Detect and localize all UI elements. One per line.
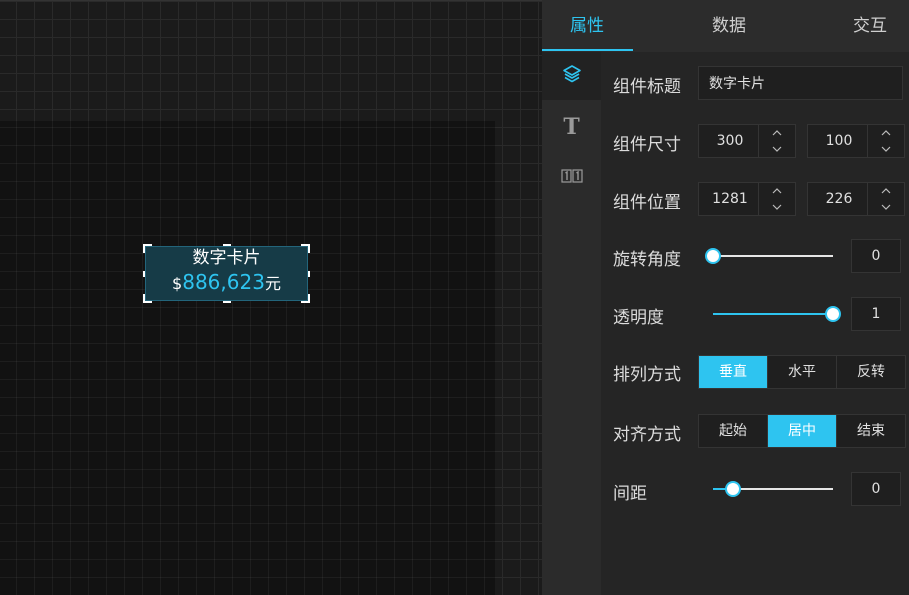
- chevron-up-icon: [772, 188, 782, 194]
- panel-tabs: 属性 数据 交互: [542, 0, 909, 52]
- active-tab-indicator: [542, 49, 633, 51]
- width-decrement-button[interactable]: [758, 141, 795, 157]
- property-category-rail: T: [542, 52, 601, 595]
- opacity-label: 透明度: [613, 308, 664, 328]
- number-card-value: 886,623: [182, 270, 265, 294]
- arrangement-label: 排列方式: [613, 365, 681, 385]
- rotation-slider[interactable]: [705, 248, 833, 264]
- canvas-top-divider: [0, 0, 542, 1]
- slider-knob[interactable]: [825, 306, 841, 322]
- chevron-down-icon: [881, 204, 891, 210]
- slider-knob[interactable]: [725, 481, 742, 497]
- alignment-label: 对齐方式: [613, 425, 681, 445]
- rail-item-text-style[interactable]: T: [542, 103, 601, 151]
- chevron-up-icon: [881, 188, 891, 194]
- alignment-option-center[interactable]: 居中: [768, 415, 837, 447]
- chevron-up-icon: [881, 130, 891, 136]
- position-x-input[interactable]: [699, 183, 761, 215]
- rotation-value-field[interactable]: 0: [851, 239, 901, 273]
- editor-canvas[interactable]: 数字卡片 $886,623元: [0, 0, 542, 595]
- opacity-slider[interactable]: [713, 306, 841, 322]
- number-card-widget[interactable]: 数字卡片 $886,623元: [143, 244, 310, 303]
- width-increment-button[interactable]: [758, 125, 795, 141]
- arrangement-segmented-control: 垂直 水平 反转: [698, 355, 906, 389]
- number-format-icon: [560, 168, 583, 187]
- position-x-decrement-button[interactable]: [758, 199, 795, 215]
- arrangement-option-horizontal[interactable]: 水平: [768, 356, 837, 388]
- number-card-prefix: $: [172, 274, 183, 293]
- rail-item-number-format[interactable]: [542, 153, 601, 201]
- height-increment-button[interactable]: [867, 125, 904, 141]
- title-input[interactable]: [698, 66, 903, 100]
- spacing-label: 间距: [613, 484, 647, 504]
- chevron-down-icon: [772, 204, 782, 210]
- text-style-icon: T: [563, 114, 580, 140]
- resize-handle-left[interactable]: [143, 271, 145, 277]
- arrangement-option-vertical[interactable]: 垂直: [699, 356, 768, 388]
- position-y-stepper[interactable]: [807, 182, 905, 216]
- artboard[interactable]: [0, 121, 495, 595]
- resize-handle-top-right[interactable]: [301, 244, 310, 253]
- resize-handle-bottom[interactable]: [223, 301, 231, 303]
- arrangement-option-reverse[interactable]: 反转: [837, 356, 905, 388]
- tab-data[interactable]: 数据: [712, 0, 746, 52]
- tab-interaction[interactable]: 交互: [853, 0, 887, 52]
- number-card-value-line: $886,623元: [146, 270, 307, 296]
- resize-handle-bottom-left[interactable]: [143, 294, 152, 303]
- number-card-suffix: 元: [264, 274, 281, 293]
- resize-handle-top[interactable]: [223, 244, 231, 246]
- alignment-option-start[interactable]: 起始: [699, 415, 768, 447]
- position-y-decrement-button[interactable]: [867, 199, 904, 215]
- opacity-value-field[interactable]: 1: [851, 297, 901, 331]
- position-x-increment-button[interactable]: [758, 183, 795, 199]
- resize-handle-right[interactable]: [308, 271, 310, 277]
- size-label: 组件尺寸: [613, 135, 681, 155]
- height-stepper[interactable]: [807, 124, 905, 158]
- resize-handle-bottom-right[interactable]: [301, 294, 310, 303]
- slider-knob[interactable]: [705, 248, 721, 264]
- layers-icon: [562, 64, 582, 88]
- title-label: 组件标题: [613, 77, 681, 97]
- rail-item-layers[interactable]: [542, 52, 601, 100]
- slider-track: [713, 255, 833, 257]
- width-input[interactable]: [699, 125, 761, 157]
- number-card-title: 数字卡片: [192, 248, 261, 268]
- tab-properties[interactable]: 属性: [570, 0, 604, 52]
- position-y-input[interactable]: [808, 183, 870, 215]
- chevron-down-icon: [772, 146, 782, 152]
- slider-fill: [713, 313, 833, 315]
- alignment-option-end[interactable]: 结束: [837, 415, 905, 447]
- position-label: 组件位置: [613, 193, 681, 213]
- position-x-stepper[interactable]: [698, 182, 796, 216]
- spacing-slider[interactable]: [713, 481, 833, 497]
- height-decrement-button[interactable]: [867, 141, 904, 157]
- position-y-increment-button[interactable]: [867, 183, 904, 199]
- width-stepper[interactable]: [698, 124, 796, 158]
- chevron-up-icon: [772, 130, 782, 136]
- resize-handle-top-left[interactable]: [143, 244, 152, 253]
- chevron-down-icon: [881, 146, 891, 152]
- properties-panel: 属性 数据 交互 T 组件标题 数字卡片 组件尺寸 300 100 组件位置 1…: [542, 0, 909, 595]
- spacing-value-field[interactable]: 0: [851, 472, 901, 506]
- alignment-segmented-control: 起始 居中 结束: [698, 414, 906, 448]
- height-input[interactable]: [808, 125, 870, 157]
- rotation-label: 旋转角度: [613, 250, 681, 270]
